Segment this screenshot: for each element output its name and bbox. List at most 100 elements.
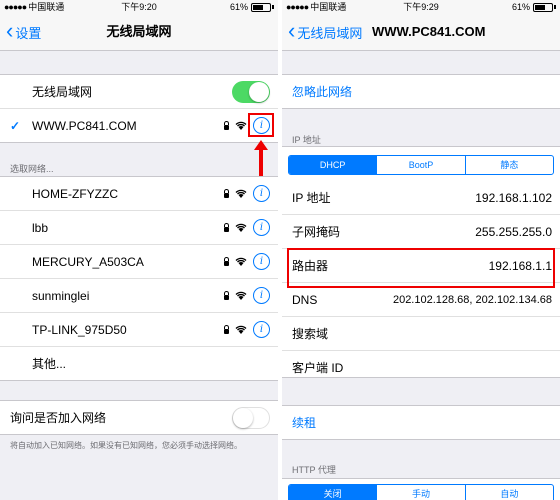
subnet-mask-label: 子网掩码 (292, 225, 341, 239)
network-detail-screen: ●●●●● 中国联通 下午9:29 61% ‹ 无线局域网 WWW.PC841.CO… (282, 0, 560, 500)
battery-percent: 61% (229, 2, 248, 12)
proxy-mode-segmented-control: 关闭 手动 自动 (288, 484, 554, 500)
forget-network-button[interactable]: 忽略此网络 (282, 75, 560, 108)
renew-lease-label: 续租 (292, 416, 317, 430)
wifi-icon (235, 325, 247, 334)
ip-mode-bootp[interactable]: BootP (377, 156, 466, 174)
navigation-bar: ‹ 无线局域网 WWW.PC841.COM (282, 14, 560, 51)
dns-highlight-box (287, 248, 555, 288)
info-highlight-box (248, 113, 274, 137)
wifi-icon (235, 291, 247, 300)
wlan-toggle[interactable] (232, 80, 270, 103)
proxy-mode-off[interactable]: 关闭 (289, 485, 378, 500)
network-row[interactable]: sunminglei i (0, 279, 278, 313)
network-name: sunminglei (32, 288, 90, 303)
ip-mode-static[interactable]: 静态 (466, 156, 553, 174)
other-network-row[interactable]: 其他... (0, 347, 278, 380)
ask-join-toggle[interactable] (232, 406, 270, 429)
client-id-label: 客户端 ID (292, 361, 344, 375)
status-bar: ●●●●● 中国联通 下午9:20 61% (0, 0, 278, 14)
network-icons: i (224, 185, 270, 202)
network-name: HOME-ZFYZZC (32, 186, 118, 201)
network-row[interactable]: TP-LINK_975D50 i (0, 313, 278, 347)
navigation-bar: ‹ 设置 无线局域网 (0, 14, 278, 51)
network-icons: i (224, 287, 270, 304)
ip-mode-segmented-control: DHCP BootP 静态 (288, 155, 554, 175)
wifi-list-screen: ●●●●● 中国联通 下午9:20 61% ‹ 设置 无线局域网 无线局域网 ✓ W… (0, 0, 278, 500)
network-name: WWW.PC841.COM (32, 118, 137, 133)
back-chevron-icon: ‹ (288, 18, 296, 43)
info-icon[interactable]: i (253, 321, 270, 338)
proxy-mode-auto[interactable]: 自动 (466, 485, 553, 500)
battery-indicator: 61% (230, 0, 274, 14)
network-icons: i (224, 253, 270, 270)
renew-lease-button[interactable]: 续租 (282, 406, 560, 439)
battery-tip (272, 5, 274, 9)
page-title: 无线局域网 (106, 24, 172, 39)
info-icon[interactable]: i (253, 287, 270, 304)
network-row[interactable]: MERCURY_A503CA i (0, 245, 278, 279)
wlan-toggle-row: 无线局域网 (0, 75, 278, 109)
lock-icon (224, 120, 229, 130)
network-name: lbb (32, 220, 49, 235)
proxy-group: 关闭 手动 自动 (282, 478, 560, 500)
checkmark-icon: ✓ (10, 118, 21, 133)
ip-address-row: IP 地址 192.168.1.102 (282, 181, 560, 215)
other-network-label: 其他... (32, 357, 67, 371)
back-button[interactable]: ‹ 无线局域网 (288, 14, 362, 50)
forget-network-label: 忽略此网络 (292, 85, 353, 99)
ask-join-label: 询问是否加入网络 (10, 411, 107, 425)
back-label: 无线局域网 (297, 25, 363, 41)
network-icons: i (224, 321, 270, 338)
subnet-mask-value: 255.255.255.0 (475, 224, 552, 239)
info-icon[interactable]: i (253, 253, 270, 270)
battery-indicator: 61% (512, 0, 556, 14)
battery-tip (554, 5, 556, 9)
ip-address-value: 192.168.1.102 (475, 190, 552, 205)
status-bar: ●●●●● 中国联通 下午9:29 61% (282, 0, 560, 14)
dns-value[interactable]: 202.102.128.68, 202.102.134.68 (393, 294, 552, 306)
proxy-mode-manual[interactable]: 手动 (377, 485, 466, 500)
battery-icon (251, 2, 271, 12)
forget-group: 忽略此网络 (282, 74, 560, 109)
choose-network-label: 选取网络... (10, 164, 54, 174)
ask-join-note: 将自动加入已知网络。如果没有已知网络，您必须手动选择网络。 (10, 441, 242, 450)
wifi-icon (235, 257, 247, 266)
ip-section-label: IP 地址 (292, 135, 321, 145)
dns-label: DNS (292, 292, 318, 307)
wifi-icon (235, 189, 247, 198)
network-name: MERCURY_A503CA (32, 254, 144, 269)
wifi-icon (235, 223, 247, 232)
lock-icon (224, 188, 229, 198)
battery-percent: 61% (511, 2, 530, 12)
ip-mode-dhcp[interactable]: DHCP (289, 156, 378, 174)
toggle-knob (233, 407, 253, 428)
connected-network-row[interactable]: ✓ WWW.PC841.COM i (0, 109, 278, 142)
toggle-knob (249, 81, 269, 102)
client-id-row[interactable]: 客户端 ID (282, 351, 560, 384)
network-name: TP-LINK_975D50 (32, 322, 127, 337)
battery-icon (533, 2, 553, 12)
search-domain-row[interactable]: 搜索域 (282, 317, 560, 351)
network-row[interactable]: lbb i (0, 211, 278, 245)
info-icon[interactable]: i (253, 219, 270, 236)
screenshot-composite: ●●●●● 中国联通 下午9:20 61% ‹ 设置 无线局域网 无线局域网 ✓ W… (0, 0, 560, 500)
lock-icon (224, 324, 229, 334)
subnet-mask-row: 子网掩码 255.255.255.0 (282, 215, 560, 249)
ip-mode-container: DHCP BootP 静态 (282, 147, 560, 181)
red-arrow-icon (254, 140, 268, 176)
wlan-label: 无线局域网 (32, 85, 93, 99)
ask-join-row: 询问是否加入网络 (0, 401, 278, 434)
wifi-icon (235, 121, 247, 130)
ask-join-group: 询问是否加入网络 (0, 400, 278, 435)
renew-group: 续租 (282, 405, 560, 440)
lock-icon (224, 256, 229, 266)
network-row[interactable]: HOME-ZFYZZC i (0, 177, 278, 211)
lock-icon (224, 290, 229, 300)
wlan-group: 无线局域网 ✓ WWW.PC841.COM i (0, 74, 278, 143)
network-icons: i (224, 219, 270, 236)
lock-icon (224, 222, 229, 232)
dns-row[interactable]: DNS 202.102.128.68, 202.102.134.68 (282, 283, 560, 317)
info-icon[interactable]: i (253, 185, 270, 202)
page-title: WWW.PC841.COM (372, 24, 486, 39)
